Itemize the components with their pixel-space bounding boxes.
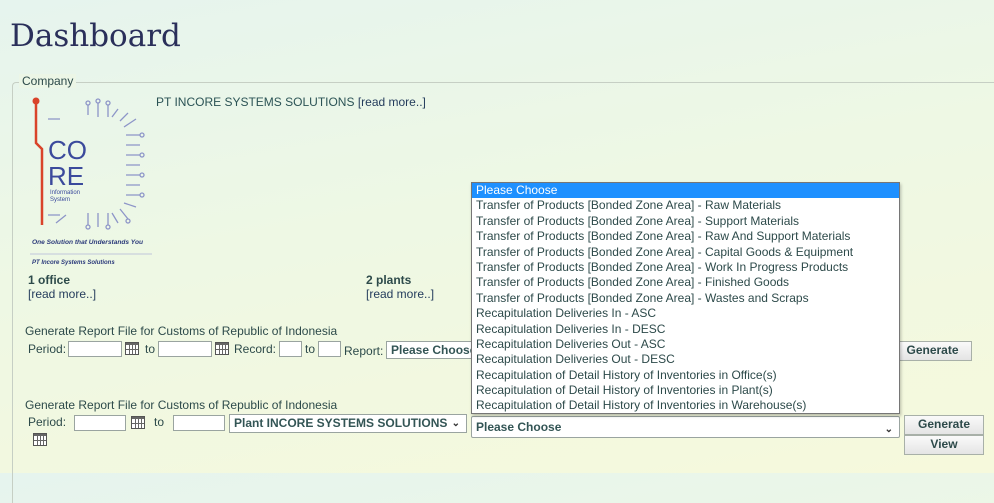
calendar-icon[interactable]	[131, 416, 145, 429]
dropdown-option[interactable]: Transfer of Products [Bonded Zone Area] …	[472, 260, 899, 275]
report1-heading: Generate Report File for Customs of Repu…	[25, 324, 338, 338]
report2-view-button[interactable]: View	[904, 435, 984, 455]
report1-to-label: to	[145, 342, 156, 356]
dropdown-option[interactable]: Transfer of Products [Bonded Zone Area] …	[472, 245, 899, 260]
report2-plant-select-value: Plant INCORE SYSTEMS SOLUTIONS	[234, 416, 448, 430]
calendar-icon[interactable]	[33, 433, 47, 446]
calendar-icon[interactable]	[125, 342, 139, 355]
company-logo: CO RE Information System One Solution th…	[28, 95, 156, 267]
company-read-more-link[interactable]: [read more..]	[358, 95, 426, 109]
logo-text-re: RE	[48, 161, 84, 191]
report1-period-end-input[interactable]	[158, 341, 212, 357]
office-read-more-link[interactable]: [read more..]	[28, 287, 96, 301]
logo-sub2: System	[50, 197, 70, 203]
logo-tagline: One Solution that Understands You	[32, 239, 143, 246]
report1-record-end-input[interactable]	[318, 341, 341, 357]
report1-record-label: Record:	[234, 342, 277, 356]
report2-report-select[interactable]: Please Choose ⌄	[471, 416, 900, 438]
chevron-down-icon: ⌄	[451, 418, 460, 429]
dropdown-option[interactable]: Transfer of Products [Bonded Zone Area] …	[472, 214, 899, 229]
company-name: PT INCORE SYSTEMS SOLUTIONS	[156, 95, 355, 109]
plant-read-more-link[interactable]: [read more..]	[366, 287, 434, 301]
report2-period-end-input[interactable]	[173, 415, 225, 431]
report2-to-label: to	[154, 415, 165, 429]
dropdown-option[interactable]: Recapitulation of Detail History of Inve…	[472, 368, 899, 383]
plant-count: 2 plants	[366, 273, 412, 287]
dropdown-option[interactable]: Transfer of Products [Bonded Zone Area] …	[472, 291, 899, 306]
report1-generate-button[interactable]: Generate	[893, 341, 972, 361]
logo-footer: PT Incore Systems Solutions	[32, 260, 115, 266]
report1-report-select[interactable]: Please Choose	[386, 341, 474, 359]
report2-heading: Generate Report File for Customs of Repu…	[25, 398, 338, 412]
report1-period-label: Period:	[28, 342, 67, 356]
report2-generate-button[interactable]: Generate	[904, 415, 984, 435]
report2-period-label: Period:	[28, 415, 67, 429]
dropdown-option[interactable]: Recapitulation Deliveries Out - DESC	[472, 352, 899, 367]
dropdown-option[interactable]: Please Choose	[472, 183, 899, 199]
report1-record-start-input[interactable]	[279, 341, 302, 357]
circuit-logo-graphic: CO RE Information System One Solution th…	[30, 97, 152, 266]
company-name-row: PT INCORE SYSTEMS SOLUTIONS [read more..…	[156, 95, 426, 109]
dropdown-option[interactable]: Recapitulation Deliveries In - ASC	[472, 306, 899, 321]
report-options-dropdown[interactable]: Please Choose Transfer of Products [Bonde…	[471, 182, 900, 414]
dropdown-option[interactable]: Recapitulation of Detail History of Inve…	[472, 398, 899, 413]
report2-plant-select[interactable]: Plant INCORE SYSTEMS SOLUTIONS ⌄	[229, 414, 467, 433]
dropdown-option[interactable]: Transfer of Products [Bonded Zone Area] …	[472, 275, 899, 290]
calendar-icon[interactable]	[215, 342, 229, 355]
dropdown-option[interactable]: Recapitulation of Detail History of Inve…	[472, 383, 899, 398]
page-title: Dashboard	[10, 18, 181, 54]
dropdown-option[interactable]: Transfer of Products [Bonded Zone Area] …	[472, 229, 899, 244]
report2-period-start-input[interactable]	[74, 415, 126, 431]
logo-sub1: Information	[50, 190, 80, 196]
report1-period-start-input[interactable]	[68, 341, 122, 357]
dropdown-option[interactable]: Transfer of Products [Bonded Zone Area] …	[472, 198, 899, 213]
report2-report-select-value: Please Choose	[476, 420, 562, 434]
report1-report-label: Report:	[344, 344, 384, 358]
office-count: 1 office	[28, 273, 71, 287]
report1-record-to-label: to	[305, 342, 316, 356]
company-legend: Company	[19, 74, 77, 88]
chevron-down-icon: ⌄	[884, 424, 893, 435]
dropdown-option[interactable]: Recapitulation Deliveries Out - ASC	[472, 337, 899, 352]
dropdown-option[interactable]: Recapitulation Deliveries In - DESC	[472, 322, 899, 337]
